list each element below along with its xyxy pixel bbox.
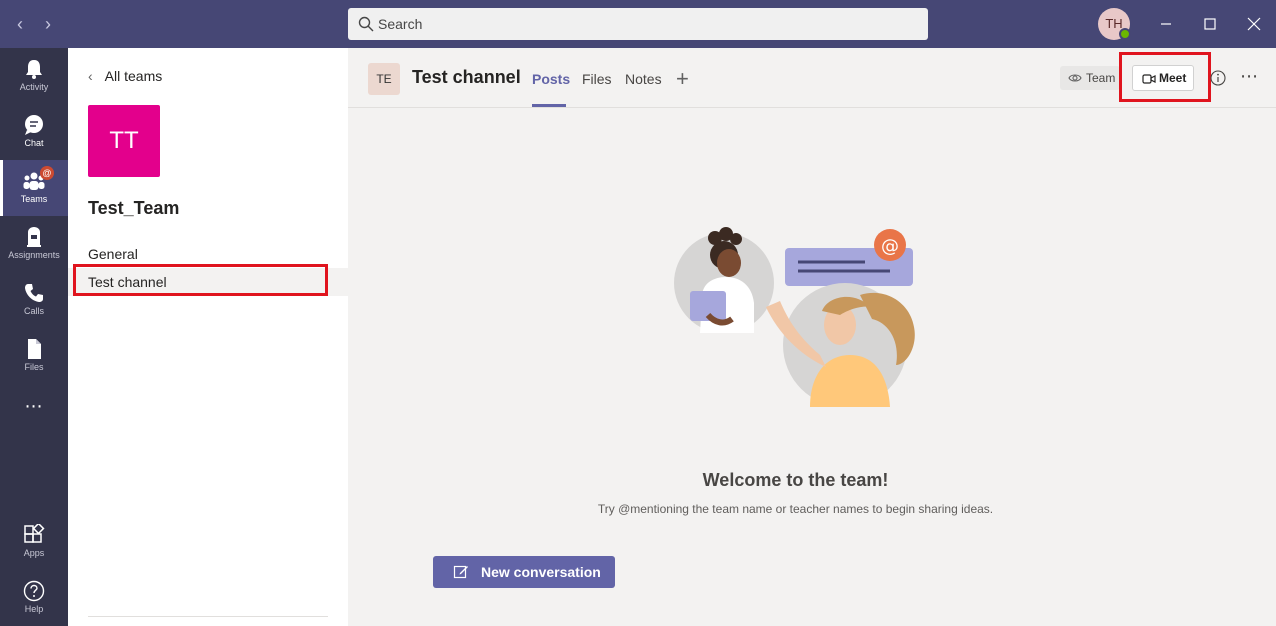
chevron-left-icon: ‹ <box>88 68 93 84</box>
rail-item-help[interactable]: Help <box>0 570 68 626</box>
divider <box>88 616 328 617</box>
rail-item-chat[interactable]: Chat <box>0 104 68 160</box>
help-icon <box>23 580 45 602</box>
welcome-subtitle: Try @mentioning the team name or teacher… <box>597 502 994 516</box>
all-teams-label: All teams <box>104 68 163 84</box>
rail-item-files[interactable]: Files <box>0 328 68 384</box>
rail-label: Calls <box>23 306 44 316</box>
add-tab-icon[interactable]: + <box>676 66 689 92</box>
rail-item-teams[interactable]: Teams @ <box>0 160 68 216</box>
minimize-icon[interactable] <box>1154 12 1178 36</box>
rail-label: Files <box>24 362 44 372</box>
tab-posts[interactable]: Posts <box>532 71 570 87</box>
info-icon[interactable] <box>1210 70 1226 86</box>
channel-avatar: TE <box>368 63 400 95</box>
rail-label: Assignments <box>8 250 60 260</box>
rail-item-more[interactable]: ⋯ <box>0 388 68 444</box>
rail-label: Teams <box>20 194 48 204</box>
new-conversation-button[interactable]: New conversation <box>433 556 615 588</box>
assignments-icon <box>27 227 41 247</box>
team-name[interactable]: Test_Team <box>88 198 179 219</box>
highlight-box <box>73 264 328 296</box>
maximize-icon[interactable] <box>1198 12 1222 36</box>
rail-item-assignments[interactable]: Assignments <box>0 216 68 272</box>
search-input[interactable]: Search <box>348 8 928 40</box>
all-teams-link[interactable]: ‹ All teams <box>88 68 162 84</box>
search-icon <box>358 16 374 32</box>
apps-icon <box>24 524 45 543</box>
active-tab-indicator <box>532 104 566 107</box>
back-arrow-icon[interactable]: ‹ <box>10 12 30 36</box>
highlight-box <box>1119 52 1211 102</box>
compose-icon <box>453 565 468 579</box>
channel-title: Test channel <box>412 67 521 87</box>
rail-label: Help <box>24 604 44 614</box>
svg-text:@: @ <box>881 236 899 257</box>
app-rail: Activity Chat Teams @ Assignments Calls … <box>0 48 68 626</box>
more-options-icon[interactable]: ⋯ <box>1240 66 1259 87</box>
rail-label: Apps <box>23 548 45 558</box>
team-chip-label: Team <box>1086 71 1116 85</box>
chat-icon <box>25 115 43 135</box>
new-conversation-label: New conversation <box>481 564 601 580</box>
presence-available-icon <box>1119 28 1131 40</box>
welcome-illustration: @ <box>674 227 915 407</box>
tab-files[interactable]: Files <box>582 71 612 87</box>
channel-item-general[interactable]: General <box>88 246 138 262</box>
phone-icon <box>25 284 43 302</box>
forward-arrow-icon[interactable]: › <box>38 12 58 36</box>
rail-item-apps[interactable]: Apps <box>0 514 68 570</box>
rail-label: Activity <box>19 82 49 92</box>
more-apps-icon: ⋯ <box>24 396 44 416</box>
rail-item-activity[interactable]: Activity <box>0 48 68 104</box>
tab-notes[interactable]: Notes <box>625 71 662 87</box>
teams-panel: ‹ All teams TT Test_Team General Test cha… <box>68 48 348 626</box>
rail-item-calls[interactable]: Calls <box>0 272 68 328</box>
title-bar: ‹ › Search TH <box>0 0 1276 48</box>
eye-icon <box>1068 74 1082 82</box>
welcome-title: Welcome to the team! <box>702 470 889 490</box>
rail-label: Chat <box>24 138 44 148</box>
team-visibility-chip[interactable]: Team <box>1060 66 1120 90</box>
file-icon <box>28 339 41 359</box>
bell-icon <box>26 60 42 79</box>
search-placeholder: Search <box>378 16 423 32</box>
mention-badge: @ <box>40 166 54 180</box>
team-avatar: TT <box>88 105 160 177</box>
close-icon[interactable] <box>1242 12 1266 36</box>
channel-header: TE Test channel Posts Files Notes + Team… <box>348 48 1276 108</box>
